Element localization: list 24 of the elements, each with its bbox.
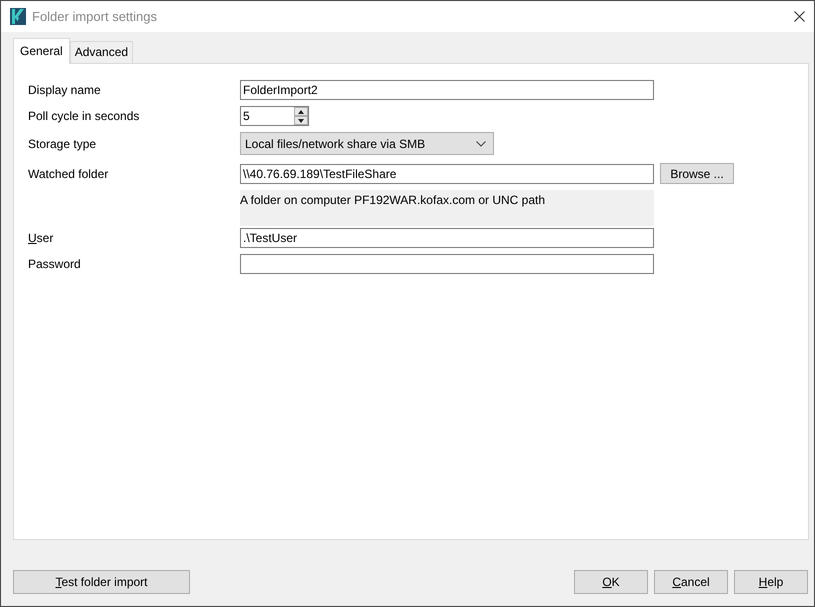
close-icon (794, 11, 804, 22)
number-spinner[interactable]: 5 (240, 106, 309, 126)
field-label: Storage type (28, 136, 98, 152)
field-label: Watched folder (28, 166, 110, 182)
field-label: User (28, 230, 54, 247)
window-title: Folder import settings (32, 8, 157, 26)
browse-button[interactable]: Browse ... (660, 163, 734, 184)
hint-text: A folder on computer PF192WAR.kofax.com or UNC path (240, 190, 654, 226)
dialog-button[interactable]: Cancel (654, 570, 728, 594)
tab[interactable]: Advanced (70, 41, 134, 63)
input-field[interactable] (240, 254, 654, 274)
dialog-button[interactable]: Help (734, 570, 808, 594)
tab[interactable]: General (13, 38, 70, 64)
field-label: Display name (28, 82, 102, 99)
field-label: Poll cycle in seconds (28, 108, 140, 125)
dialog-button[interactable]: OK (574, 570, 648, 594)
dropdown[interactable]: Local files/network share via SMB (240, 132, 494, 155)
test-button[interactable]: Test folder import (13, 570, 190, 594)
input-field[interactable]: \\40.76.69.189\TestFileShare (240, 164, 654, 184)
chevron-down-icon (476, 140, 486, 146)
input-field[interactable]: .\TestUser (240, 228, 654, 248)
input-field[interactable]: FolderImport2 (240, 80, 654, 100)
field-label: Password (28, 256, 82, 273)
app-logo-icon (10, 8, 26, 25)
